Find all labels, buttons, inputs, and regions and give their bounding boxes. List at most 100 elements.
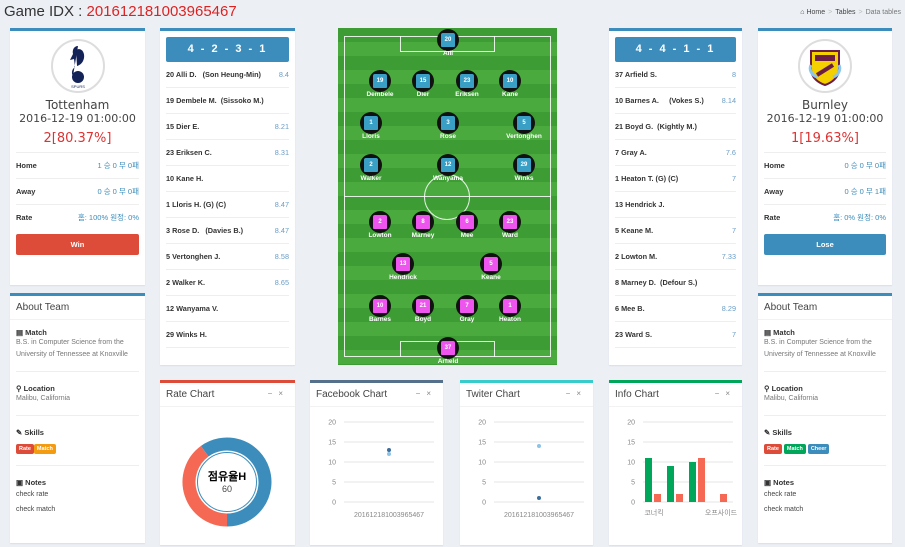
minimize-icon[interactable]: − xyxy=(416,389,427,398)
home-formation: 4 - 2 - 3 - 1 xyxy=(166,37,289,62)
lineup-row[interactable]: 6 Mee B. 8.29 xyxy=(615,296,736,322)
lineup-row[interactable]: 7 Gray A. 7.6 xyxy=(615,140,736,166)
close-icon[interactable]: × xyxy=(426,389,437,398)
lineup-row[interactable]: 8 Marney D. (Defour S.) xyxy=(615,270,736,296)
player-label: Alli xyxy=(442,50,454,57)
svg-text:SPURS: SPURS xyxy=(71,84,85,89)
burnley-logo xyxy=(798,39,852,93)
pitch-player[interactable]: 2 Walker xyxy=(346,154,396,182)
match-date: 2016-12-19 01:00:00 xyxy=(766,112,884,125)
jersey-icon: 6 xyxy=(456,211,478,233)
twitter-scatter-chart: 0 5 10 15 20 201612181003965467 xyxy=(478,420,584,519)
lineup-row[interactable]: 10 Barnes A. (Vokes S.) 8.14 xyxy=(615,88,736,114)
lineup-row[interactable]: 5 Vertonghen J. 8.58 xyxy=(166,244,289,270)
lineup-row[interactable]: 37 Arfield S. 8 xyxy=(615,62,736,88)
lineup-row[interactable]: 2 Lowton M. 7.33 xyxy=(615,244,736,270)
lineup-row[interactable]: 23 Eriksen C. 8.31 xyxy=(166,140,289,166)
jersey-icon: 7 xyxy=(456,295,478,317)
breadcrumb-tables[interactable]: Tables xyxy=(835,9,855,16)
match-label: Match xyxy=(773,328,795,337)
lineup-row[interactable]: 3 Rose D. (Davies B.) 8.47 xyxy=(166,218,289,244)
pitch-player[interactable]: 29 Winks xyxy=(499,154,549,182)
player-label: Lloris xyxy=(362,133,380,140)
lineup-row[interactable]: 1 Lloris H. (G) (C) 8.47 xyxy=(166,192,289,218)
player-label: Vertonghen xyxy=(506,133,542,140)
jersey-icon: 3 xyxy=(437,112,459,134)
pitch-player[interactable]: 37 Arfield xyxy=(423,337,473,365)
pitch-player[interactable]: 5 Keane xyxy=(466,253,516,281)
jersey-number: 2 xyxy=(373,215,387,229)
minimize-icon[interactable]: − xyxy=(715,389,726,398)
minimize-icon[interactable]: − xyxy=(268,389,279,398)
bar xyxy=(676,494,683,502)
lineup-row[interactable]: 20 Alli D. (Son Heung-Min) 8.4 xyxy=(166,62,289,88)
jersey-icon: 2 xyxy=(369,211,391,233)
jersey-number: 7 xyxy=(460,299,474,313)
stat-label: Rate xyxy=(16,213,33,222)
pitch-player[interactable]: 15 Dier xyxy=(398,70,448,98)
lineup-row[interactable]: 29 Winks H. xyxy=(166,322,289,348)
jersey-icon: 37 xyxy=(437,337,459,359)
lineup-row[interactable]: 5 Keane M. 7 xyxy=(615,218,736,244)
pitch-player[interactable]: 12 Wanyama xyxy=(423,154,473,182)
pitch-player[interactable]: 3 Rose xyxy=(423,112,473,140)
jersey-icon: 20 xyxy=(437,29,459,51)
stat-row-home: Home 0 승 0 무 0패 xyxy=(764,152,886,178)
lineup-row[interactable]: 21 Boyd G. (Kightly M.) xyxy=(615,114,736,140)
team-name: Burnley xyxy=(802,98,848,112)
lineup-row[interactable]: 23 Ward S. 7 xyxy=(615,322,736,348)
jersey-number: 15 xyxy=(416,74,430,88)
file-icon: ▣ xyxy=(16,478,26,487)
skill-tag: Rate xyxy=(764,444,782,454)
player-label: Ward xyxy=(501,232,518,239)
jersey-number: 19 xyxy=(373,74,387,88)
player-rating: 8.31 xyxy=(274,148,289,157)
lineup-row[interactable]: 1 Heaton T. (G) (C) 7 xyxy=(615,166,736,192)
lineup-row[interactable]: 15 Dier E. 8.21 xyxy=(166,114,289,140)
stat-row-away: Away 0 승 0 무 1패 xyxy=(764,178,886,204)
pitch-player[interactable]: 8 Marney xyxy=(398,211,448,239)
scatter-point xyxy=(537,496,541,500)
minimize-icon[interactable]: − xyxy=(566,389,577,398)
win-button[interactable]: Win xyxy=(16,234,139,255)
page-title: Game IDX : 201612181003965467 xyxy=(4,3,237,20)
player-name: 3 Rose D. (Davies B.) xyxy=(166,226,244,235)
y-tick-label: 0 xyxy=(482,500,486,507)
lose-button[interactable]: Lose xyxy=(764,234,886,255)
player-name: 7 Gray A. xyxy=(615,148,647,157)
pitch: 20 Alli 19 Dembele 15 Dier 23 Eriksen 10 Kane 1 Llo… xyxy=(338,28,557,365)
stat-label: Away xyxy=(16,187,36,196)
lineup-row[interactable]: 12 Wanyama V. xyxy=(166,296,289,322)
stat-value: 홈: 0% 원정: 0% xyxy=(833,213,886,222)
pitch-player[interactable]: 13 Hendrick xyxy=(378,253,428,281)
pitch-player[interactable]: 10 Kane xyxy=(485,70,535,98)
bar xyxy=(645,458,652,502)
book-icon: ▤ xyxy=(16,328,26,337)
lineup-row[interactable]: 10 Kane H. xyxy=(166,166,289,192)
team-score: 2[80.37%] xyxy=(43,131,112,146)
lineup-row[interactable]: 2 Walker K. 8.65 xyxy=(166,270,289,296)
player-name: 23 Eriksen C. xyxy=(166,148,212,157)
close-icon[interactable]: × xyxy=(278,389,289,398)
pitch-player[interactable]: 1 Lloris xyxy=(346,112,396,140)
player-name: 29 Winks H. xyxy=(166,330,207,339)
jersey-number: 5 xyxy=(517,116,531,130)
breadcrumb-home[interactable]: Home xyxy=(806,9,825,16)
pitch-player[interactable]: 5 Vertonghen xyxy=(499,112,549,140)
pitch-player[interactable]: 23 Ward xyxy=(485,211,535,239)
pitch-player[interactable]: 1 Heaton xyxy=(485,295,535,323)
pitch-player[interactable]: 20 Alli xyxy=(423,29,473,57)
pitch-player[interactable]: 21 Boyd xyxy=(398,295,448,323)
player-rating: 8.65 xyxy=(274,278,289,287)
stat-value: 0 승 0 무 0패 xyxy=(844,161,886,170)
lineup-row[interactable]: 13 Hendrick J. xyxy=(615,192,736,218)
match-text: B.S. in Computer Science from the Univer… xyxy=(16,339,128,358)
player-name: 10 Barnes A. (Vokes S.) xyxy=(615,96,704,105)
player-name: 5 Vertonghen J. xyxy=(166,252,221,261)
lineup-row[interactable]: 19 Dembele M. (Sissoko M.) xyxy=(166,88,289,114)
close-icon[interactable]: × xyxy=(576,389,587,398)
close-icon[interactable]: × xyxy=(725,389,736,398)
jersey-icon: 29 xyxy=(513,154,535,176)
y-tick-label: 15 xyxy=(627,440,635,447)
player-rating: 8.4 xyxy=(278,70,289,79)
